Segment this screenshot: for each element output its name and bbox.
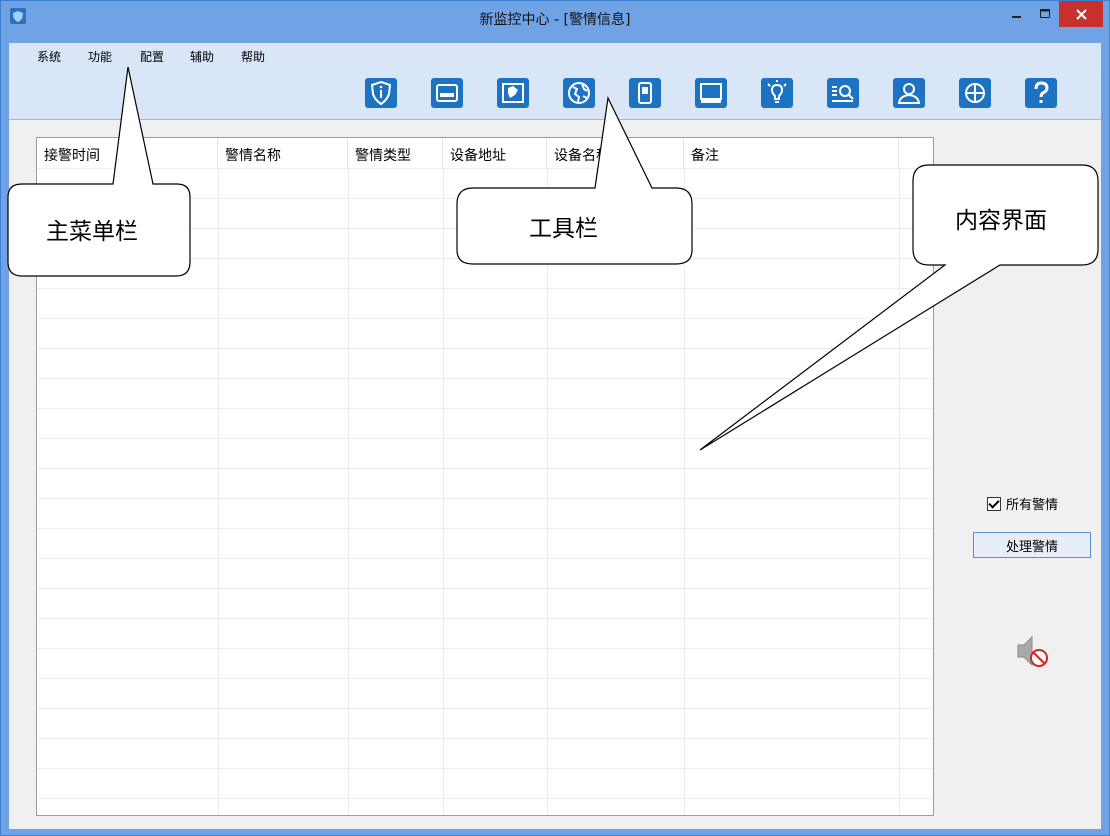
grid-row-line bbox=[37, 318, 933, 319]
grid-row-line bbox=[37, 648, 933, 649]
grid-row-line bbox=[37, 168, 933, 169]
grid-column-line bbox=[899, 168, 900, 815]
globe-icon[interactable] bbox=[562, 77, 596, 109]
lightbulb-icon[interactable] bbox=[760, 77, 794, 109]
menu-callout-text: 主菜单栏 bbox=[46, 219, 138, 245]
grid-row-line bbox=[37, 708, 933, 709]
close-icon bbox=[1075, 8, 1087, 20]
column-header[interactable]: 设备名称 bbox=[547, 138, 684, 168]
crosshair-icon[interactable] bbox=[958, 77, 992, 109]
column-header[interactable]: 接警时间 bbox=[37, 138, 218, 168]
all-alarms-checkbox[interactable]: 所有警情 bbox=[987, 494, 1058, 513]
grid-row-line bbox=[37, 258, 933, 259]
menu-system[interactable]: 系统 bbox=[37, 48, 61, 65]
window-title: 新监控中心 - [警情信息] bbox=[479, 12, 631, 28]
grid-row-line bbox=[37, 498, 933, 499]
mobile-device-icon[interactable] bbox=[628, 77, 662, 109]
handle-alarm-button[interactable]: 处理警情 bbox=[973, 532, 1091, 558]
grid-row-line bbox=[37, 678, 933, 679]
grid-column-line bbox=[547, 168, 548, 815]
grid-row-line bbox=[37, 768, 933, 769]
column-header[interactable]: 设备地址 bbox=[443, 138, 547, 168]
map-icon[interactable] bbox=[496, 77, 530, 109]
grid-row-line bbox=[37, 528, 933, 529]
grid-row-line bbox=[37, 408, 933, 409]
grid-row-line bbox=[37, 438, 933, 439]
keyboard-panel-icon[interactable] bbox=[430, 77, 464, 109]
menu-config[interactable]: 配置 bbox=[140, 48, 164, 65]
grid-row-line bbox=[37, 468, 933, 469]
menu-assist[interactable]: 辅助 bbox=[190, 48, 214, 65]
menu-function[interactable]: 功能 bbox=[88, 48, 112, 65]
alarm-table: 接警时间 警情名称 警情类型 设备地址 设备名称 备注 bbox=[36, 137, 934, 816]
shield-info-icon[interactable] bbox=[364, 77, 398, 109]
grid-row-line bbox=[37, 198, 933, 199]
maximize-button[interactable] bbox=[1031, 1, 1059, 27]
title-bar[interactable]: 新监控中心 - [警情信息] bbox=[1, 1, 1109, 43]
grid-column-line bbox=[218, 168, 219, 815]
grid-row-line bbox=[37, 798, 933, 799]
maximize-icon bbox=[1039, 9, 1050, 18]
grid-row-line bbox=[37, 348, 933, 349]
grid-row-line bbox=[37, 618, 933, 619]
minimize-button[interactable] bbox=[1003, 1, 1031, 27]
grid-row-line bbox=[37, 378, 933, 379]
content-callout-text: 内容界面 bbox=[955, 208, 1047, 234]
main-window: 新监控中心 - [警情信息] 系统 功能 配置 辅助 帮助 接警时间 警情名称 … bbox=[0, 0, 1110, 836]
checkbox-checked-icon[interactable] bbox=[987, 496, 1001, 511]
toolbar-callout-text: 工具栏 bbox=[529, 216, 598, 242]
grid-column-line bbox=[443, 168, 444, 815]
grid-row-line bbox=[37, 738, 933, 739]
grid-column-line bbox=[348, 168, 349, 815]
search-list-icon[interactable] bbox=[826, 77, 860, 109]
grid-row-line bbox=[37, 288, 933, 289]
help-icon[interactable] bbox=[1024, 77, 1058, 109]
minimize-icon bbox=[1012, 16, 1021, 18]
toolbar bbox=[9, 67, 1104, 120]
close-button[interactable] bbox=[1059, 1, 1103, 27]
grid-row-line bbox=[37, 558, 933, 559]
menu-help[interactable]: 帮助 bbox=[241, 48, 265, 65]
toolbar-grip[interactable] bbox=[1101, 75, 1104, 111]
main-menu-bar: 系统 功能 配置 辅助 帮助 bbox=[9, 43, 1101, 67]
column-header[interactable]: 警情名称 bbox=[218, 138, 348, 168]
speaker-muted-icon[interactable] bbox=[1014, 631, 1054, 671]
grid-row-line bbox=[37, 228, 933, 229]
column-header[interactable]: 备注 bbox=[684, 138, 899, 168]
grid-column-line bbox=[684, 168, 685, 815]
user-icon[interactable] bbox=[892, 77, 926, 109]
column-header[interactable]: 警情类型 bbox=[348, 138, 443, 168]
all-alarms-label: 所有警情 bbox=[1006, 498, 1059, 513]
grid-row-line bbox=[37, 588, 933, 589]
monitor-icon[interactable] bbox=[694, 77, 728, 109]
